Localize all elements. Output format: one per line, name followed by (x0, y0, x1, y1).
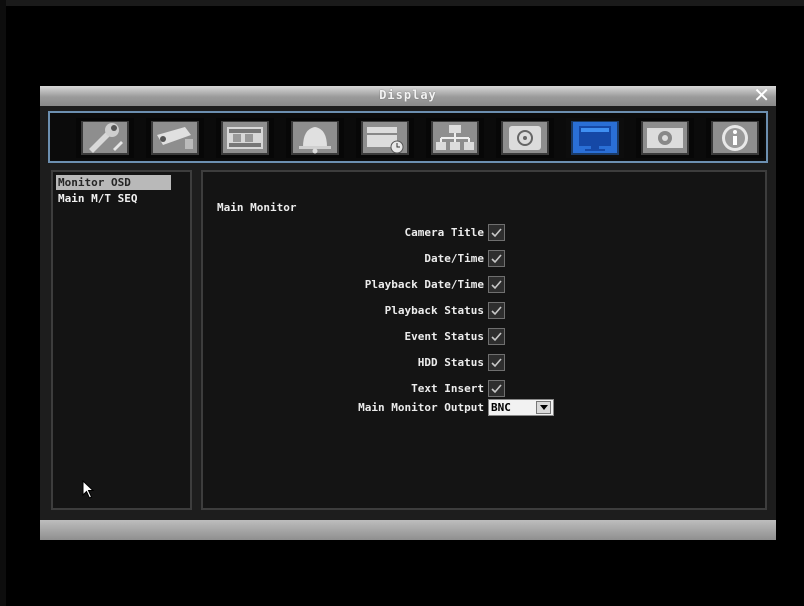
network-icon (431, 121, 479, 155)
checkmark-icon (491, 228, 502, 238)
field-label-camera-title: Camera Title (404, 226, 484, 239)
window-title: Display (379, 88, 437, 102)
section-title: Main Monitor (217, 201, 297, 214)
status-bar (40, 520, 776, 540)
submenu-item-monitor-osd[interactable]: Monitor OSD (56, 175, 171, 190)
checkmark-icon (491, 280, 502, 290)
checkmark-icon (491, 384, 502, 394)
select-value: BNC (491, 401, 511, 414)
checkmark-icon (491, 358, 502, 368)
checkbox-text-insert[interactable] (488, 380, 505, 397)
toolbar-button-camera[interactable] (146, 118, 204, 158)
checkmark-icon (491, 332, 502, 342)
toolbar-button-event[interactable] (286, 118, 344, 158)
tools-icon (81, 121, 129, 155)
checkmark-icon (491, 254, 502, 264)
toolbar-button-schedule[interactable] (356, 118, 414, 158)
field-label-playback-date-time: Playback Date/Time (364, 278, 484, 291)
field-label-text-insert: Text Insert (411, 382, 484, 395)
checkbox-playback-status[interactable] (488, 302, 505, 319)
main-monitor-output-select[interactable]: BNC (488, 399, 554, 416)
field-label-event-status: Event Status (404, 330, 484, 343)
field-label-hdd-status: HDD Status (417, 356, 484, 369)
screen-left-edge (0, 0, 6, 606)
field-label-main-monitor-output: Main Monitor Output (358, 401, 484, 414)
category-toolbar (48, 111, 768, 163)
system-gear-icon (641, 121, 689, 155)
display-setup-window: Display ✕ Monitor OSD Main M/T SEQ Main … (40, 85, 776, 540)
toolbar-button-tools[interactable] (76, 118, 134, 158)
backup-disk-icon (501, 121, 549, 155)
toolbar-button-network[interactable] (426, 118, 484, 158)
submenu-item-main-mt-seq[interactable]: Main M/T SEQ (56, 191, 190, 206)
title-bar: Display ✕ (40, 85, 776, 106)
submenu-panel: Monitor OSD Main M/T SEQ (51, 170, 192, 510)
film-icon (221, 121, 269, 155)
checkbox-camera-title[interactable] (488, 224, 505, 241)
checkbox-hdd-status[interactable] (488, 354, 505, 371)
bell-alarm-icon (291, 121, 339, 155)
chevron-down-icon[interactable] (536, 401, 551, 414)
toolbar-button-display[interactable] (566, 118, 624, 158)
checkbox-playback-date-time[interactable] (488, 276, 505, 293)
field-label-date-time: Date/Time (424, 252, 484, 265)
schedule-disk-icon (361, 121, 409, 155)
toolbar-button-system[interactable] (636, 118, 694, 158)
field-label-playback-status: Playback Status (384, 304, 484, 317)
close-button[interactable]: ✕ (753, 85, 770, 105)
checkbox-event-status[interactable] (488, 328, 505, 345)
screen-top-edge (0, 0, 804, 6)
mouse-pointer-icon (82, 480, 95, 499)
display-monitor-icon (571, 121, 619, 155)
checkbox-date-time[interactable] (488, 250, 505, 267)
toolbar-button-info[interactable] (706, 118, 764, 158)
checkmark-icon (491, 306, 502, 316)
toolbar-button-record[interactable] (216, 118, 274, 158)
camera-icon (151, 121, 199, 155)
toolbar-button-backup[interactable] (496, 118, 554, 158)
information-icon (711, 121, 759, 155)
settings-panel: Main Monitor Camera Title Date/Time Play… (201, 170, 767, 510)
